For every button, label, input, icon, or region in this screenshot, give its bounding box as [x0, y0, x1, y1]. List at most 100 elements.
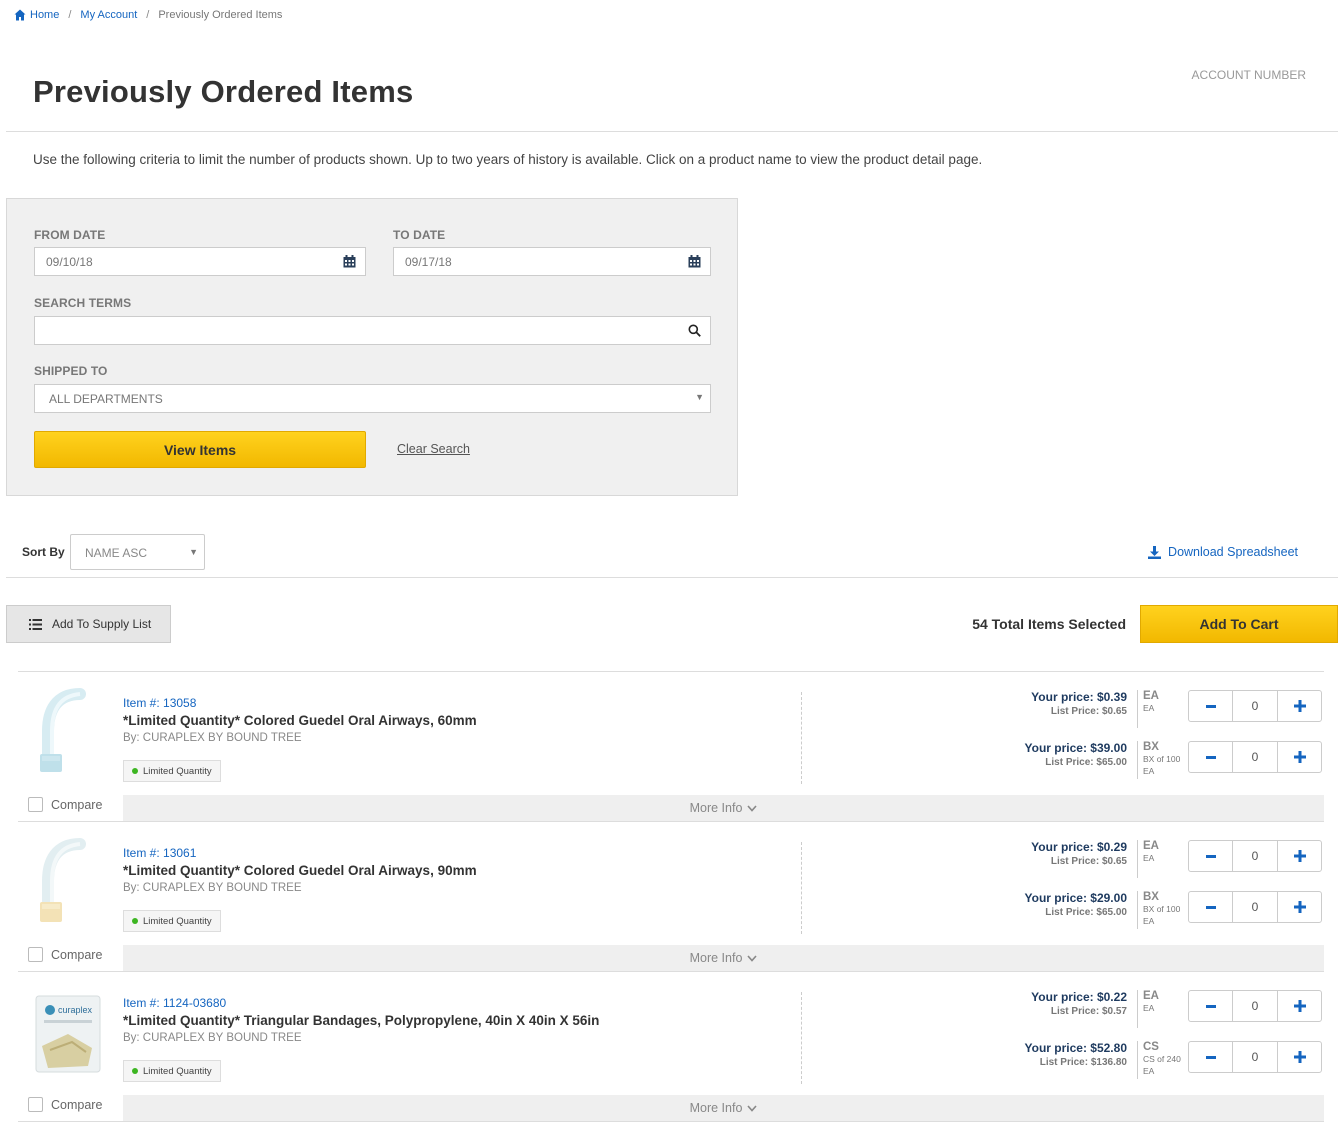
uom-description: EA — [1143, 703, 1155, 713]
unit-of-measure: EA EA — [1137, 840, 1185, 878]
sort-select[interactable]: NAME ASC ▼ — [70, 534, 205, 570]
product-name-link[interactable]: *Limited Quantity* Colored Guedel Oral A… — [123, 713, 477, 728]
calendar-icon[interactable] — [343, 255, 356, 268]
more-info-label: More Info — [689, 951, 743, 965]
badge-label: Limited Quantity — [143, 765, 212, 777]
increase-quantity-button[interactable] — [1277, 891, 1322, 923]
checkbox-box[interactable] — [28, 797, 43, 812]
your-price: Your price: $29.00 — [1024, 891, 1128, 905]
download-spreadsheet-link[interactable]: Download Spreadsheet — [1148, 545, 1298, 559]
search-icon[interactable] — [688, 324, 701, 337]
more-info-toggle[interactable]: More Info — [123, 945, 1324, 971]
chevron-down-icon — [747, 954, 758, 962]
oral-airway-icon — [40, 838, 86, 922]
status-dot-icon — [132, 768, 138, 774]
add-to-supply-list-button[interactable]: Add To Supply List — [6, 605, 171, 643]
product-name-link[interactable]: *Limited Quantity* Colored Guedel Oral A… — [123, 863, 477, 878]
quantity-input[interactable]: 0 — [1233, 1041, 1277, 1073]
quantity-input[interactable]: 0 — [1233, 690, 1277, 722]
quantity-input[interactable]: 0 — [1233, 741, 1277, 773]
clear-search-link[interactable]: Clear Search — [397, 442, 470, 456]
quantity-stepper[interactable]: 0 — [1188, 690, 1322, 722]
product-image[interactable]: curaplex — [28, 986, 108, 1081]
your-price: Your price: $0.22 — [1031, 990, 1127, 1004]
compare-checkbox[interactable]: Compare — [28, 1097, 102, 1112]
price-option: Your price: $29.00 List Price: $65.00 BX… — [1024, 891, 1324, 931]
quantity-stepper[interactable]: 0 — [1188, 891, 1322, 923]
breadcrumb: Home / My Account / Previously Ordered I… — [14, 9, 282, 21]
decrease-quantity-button[interactable] — [1188, 990, 1233, 1022]
status-dot-icon — [132, 1068, 138, 1074]
unit-of-measure: EA EA — [1137, 690, 1185, 728]
more-info-toggle[interactable]: More Info — [123, 1095, 1324, 1121]
increase-quantity-button[interactable] — [1277, 990, 1322, 1022]
uom-description: EA — [1143, 853, 1155, 863]
decrease-quantity-button[interactable] — [1188, 1041, 1233, 1073]
quantity-stepper[interactable]: 0 — [1188, 840, 1322, 872]
calendar-icon[interactable] — [688, 255, 701, 268]
limited-quantity-badge: Limited Quantity — [123, 1060, 221, 1082]
decrease-quantity-button[interactable] — [1188, 891, 1233, 923]
filter-panel: FROM DATE 09/10/18 TO DATE 09/17/18 SEAR… — [6, 198, 738, 496]
more-info-toggle[interactable]: More Info — [123, 795, 1324, 821]
increase-quantity-button[interactable] — [1277, 741, 1322, 773]
breadcrumb-home-link[interactable]: Home — [30, 9, 59, 21]
badge-label: Limited Quantity — [143, 915, 212, 927]
decrease-quantity-button[interactable] — [1188, 840, 1233, 872]
download-spreadsheet-label: Download Spreadsheet — [1168, 545, 1298, 559]
increase-quantity-button[interactable] — [1277, 1041, 1322, 1073]
plus-icon — [1293, 1051, 1306, 1063]
from-date-input[interactable]: 09/10/18 — [34, 247, 366, 276]
limited-quantity-badge: Limited Quantity — [123, 910, 221, 932]
product-image[interactable] — [28, 836, 108, 931]
uom-description-unit: EA — [1143, 766, 1155, 776]
account-number-label: ACCOUNT NUMBER — [1191, 68, 1306, 82]
item-number[interactable]: Item #: 1124-03680 — [123, 996, 226, 1010]
decrease-quantity-button[interactable] — [1188, 741, 1233, 773]
more-info-label: More Info — [689, 801, 743, 815]
price-option: Your price: $0.29 List Price: $0.65 EA E… — [1024, 840, 1324, 880]
item-number[interactable]: Item #: 13061 — [123, 846, 196, 860]
caret-down-icon: ▼ — [189, 547, 198, 557]
search-input[interactable] — [34, 316, 711, 345]
view-items-button[interactable]: View Items — [34, 431, 366, 468]
sort-by-label: Sort By — [22, 545, 65, 559]
breadcrumb-account-link[interactable]: My Account — [80, 9, 137, 21]
from-date-label: FROM DATE — [34, 228, 106, 242]
product-name-link[interactable]: *Limited Quantity* Triangular Bandages, … — [123, 1013, 599, 1028]
minus-icon — [1205, 704, 1216, 708]
compare-checkbox[interactable]: Compare — [28, 797, 102, 812]
checkbox-box[interactable] — [28, 947, 43, 962]
svg-text:curaplex: curaplex — [58, 1005, 93, 1015]
quantity-stepper[interactable]: 0 — [1188, 990, 1322, 1022]
divider — [801, 992, 802, 1084]
decrease-quantity-button[interactable] — [1188, 690, 1233, 722]
chevron-down-icon — [747, 1104, 758, 1112]
product-image[interactable] — [28, 686, 108, 781]
quantity-stepper[interactable]: 0 — [1188, 1041, 1322, 1073]
increase-quantity-button[interactable] — [1277, 840, 1322, 872]
uom-description: CS of 240 — [1143, 1054, 1181, 1064]
price-option: Your price: $52.80 List Price: $136.80 C… — [1024, 1041, 1324, 1081]
quantity-input[interactable]: 0 — [1233, 891, 1277, 923]
add-to-cart-button[interactable]: Add To Cart — [1140, 605, 1338, 643]
price-option: Your price: $0.22 List Price: $0.57 EA E… — [1024, 990, 1324, 1030]
quantity-input[interactable]: 0 — [1233, 990, 1277, 1022]
uom-description-unit: EA — [1143, 1066, 1155, 1076]
quantity-stepper[interactable]: 0 — [1188, 741, 1322, 773]
compare-checkbox[interactable]: Compare — [28, 947, 102, 962]
compare-label: Compare — [51, 797, 103, 812]
checkbox-box[interactable] — [28, 1097, 43, 1112]
quantity-input[interactable]: 0 — [1233, 840, 1277, 872]
uom-code: EA — [1143, 990, 1159, 1002]
increase-quantity-button[interactable] — [1277, 690, 1322, 722]
uom-description-unit: EA — [1143, 916, 1155, 926]
price-option: Your price: $0.39 List Price: $0.65 EA E… — [1024, 690, 1324, 730]
divider — [801, 692, 802, 784]
product-row: Compare Item #: 13058 *Limited Quantity*… — [18, 672, 1324, 822]
item-number[interactable]: Item #: 13058 — [123, 696, 196, 710]
shipped-to-select[interactable]: ALL DEPARTMENTS ▼ — [34, 384, 711, 413]
home-icon[interactable] — [14, 9, 26, 21]
product-brand: By: CURAPLEX BY BOUND TREE — [123, 732, 302, 744]
to-date-input[interactable]: 09/17/18 — [393, 247, 711, 276]
